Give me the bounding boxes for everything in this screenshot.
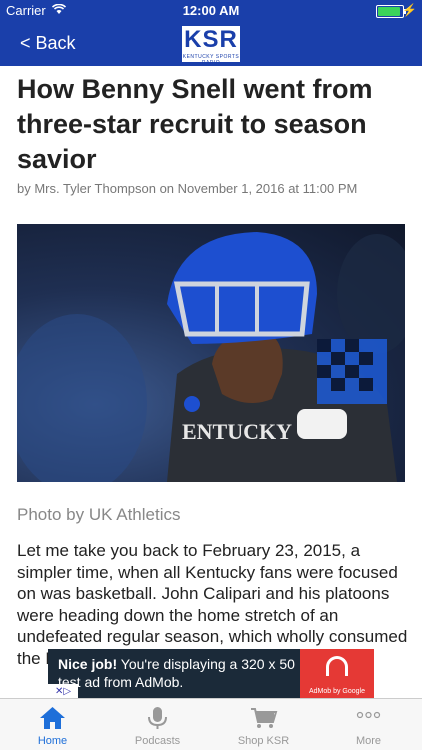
banner-ad[interactable]: Nice job! You're displaying a 320 x 50 t… xyxy=(48,649,374,699)
more-icon xyxy=(316,706,421,730)
charging-icon: ⚡ xyxy=(402,3,417,17)
ad-headline: Nice job! xyxy=(58,656,118,672)
cart-icon xyxy=(211,706,316,730)
article-header: How Benny Snell went from three-star rec… xyxy=(17,72,409,196)
navigation-bar: < Back KSR KENTUCKY SPORTS RADIO xyxy=(0,22,422,66)
ad-choices-icon[interactable]: ✕▷ xyxy=(48,684,78,699)
battery-icon xyxy=(376,5,406,18)
tab-podcasts-label: Podcasts xyxy=(134,735,181,747)
article-title: How Benny Snell went from three-star rec… xyxy=(17,74,373,174)
home-icon xyxy=(0,706,105,730)
svg-text:ENTUCKY: ENTUCKY xyxy=(182,419,292,444)
ad-sponsor: AdMob by Google xyxy=(308,688,366,695)
tab-home-label: Home xyxy=(37,735,68,747)
photo-caption: Photo by UK Athletics xyxy=(17,505,181,524)
status-bar: Carrier 12:00 AM ⚡ xyxy=(0,0,422,22)
clock: 12:00 AM xyxy=(182,3,240,18)
tab-bar: Home Podcasts Shop KSR More xyxy=(0,698,422,750)
tab-more[interactable]: More xyxy=(316,699,421,750)
article-photo: ENTUCKY xyxy=(17,224,405,482)
back-button[interactable]: < Back xyxy=(20,33,76,54)
tab-shop-label: Shop KSR xyxy=(237,735,290,747)
tab-more-label: More xyxy=(355,735,382,747)
microphone-icon xyxy=(105,706,210,730)
admob-icon xyxy=(326,656,348,676)
tab-podcasts[interactable]: Podcasts xyxy=(105,699,210,750)
admob-logo: AdMob by Google xyxy=(300,649,374,699)
ksr-logo: KSR KENTUCKY SPORTS RADIO xyxy=(180,24,242,66)
tab-shop[interactable]: Shop KSR xyxy=(211,699,316,750)
ad-text: Nice job! You're displaying a 320 x 50 t… xyxy=(58,655,296,691)
tab-home[interactable]: Home xyxy=(0,699,105,750)
article-byline: by Mrs. Tyler Thompson on November 1, 20… xyxy=(17,181,358,196)
